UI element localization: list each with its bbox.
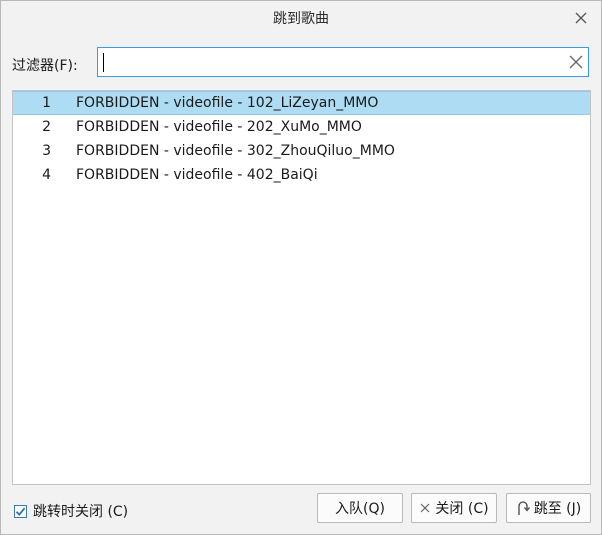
clear-filter-icon[interactable] — [566, 52, 586, 72]
close-window-icon[interactable] — [571, 8, 591, 28]
close-label: 关闭 (C) — [435, 501, 489, 517]
enqueue-label: 入队(Q) — [335, 501, 385, 517]
jump-icon — [516, 499, 530, 517]
track-row[interactable]: 4 FORBIDDEN - videofile - 402_BaiQi — [13, 163, 590, 187]
jump-button[interactable]: 跳至 (J) — [506, 493, 591, 523]
track-number: 4 — [42, 167, 51, 183]
track-row[interactable]: 1 FORBIDDEN - videofile - 102_LiZeyan_MM… — [13, 91, 590, 115]
enqueue-button[interactable]: 入队(Q) — [317, 493, 403, 523]
track-number: 2 — [42, 119, 51, 135]
track-name: FORBIDDEN - videofile - 302_ZhouQiluo_MM… — [76, 143, 395, 159]
track-number: 1 — [42, 95, 51, 111]
track-list[interactable]: 1 FORBIDDEN - videofile - 102_LiZeyan_MM… — [12, 90, 591, 485]
track-row[interactable]: 2 FORBIDDEN - videofile - 202_XuMo_MMO — [13, 115, 590, 139]
dialog-title: 跳到歌曲 — [273, 11, 329, 27]
track-number: 3 — [42, 143, 51, 159]
title-bar: 跳到歌曲 — [1, 1, 601, 35]
jump-label: 跳至 (J) — [533, 501, 582, 517]
close-icon — [419, 502, 431, 514]
track-row[interactable]: 3 FORBIDDEN - videofile - 302_ZhouQiluo_… — [13, 139, 590, 163]
close-after-jump-checkbox[interactable]: 跳转时关闭 (C) — [14, 501, 128, 521]
bottom-bar: 跳转时关闭 (C) 入队(Q) 关闭 (C) 跳至 (J) — [1, 493, 601, 525]
filter-row: 过滤器(F): — [1, 47, 601, 79]
close-button[interactable]: 关闭 (C) — [411, 493, 497, 523]
filter-input[interactable] — [102, 50, 557, 74]
track-name: FORBIDDEN - videofile - 202_XuMo_MMO — [76, 119, 362, 135]
checkbox-checked-icon[interactable] — [14, 504, 27, 518]
text-caret — [103, 53, 104, 72]
filter-field[interactable] — [97, 47, 589, 77]
track-name: FORBIDDEN - videofile - 402_BaiQi — [76, 167, 318, 183]
jump-to-track-dialog: 跳到歌曲 过滤器(F): 1 FORBIDDEN - videofile - 1… — [0, 0, 602, 535]
track-name: FORBIDDEN - videofile - 102_LiZeyan_MMO — [76, 95, 379, 111]
close-after-jump-label: 跳转时关闭 (C) — [33, 504, 129, 520]
filter-label: 过滤器(F): — [12, 58, 78, 74]
